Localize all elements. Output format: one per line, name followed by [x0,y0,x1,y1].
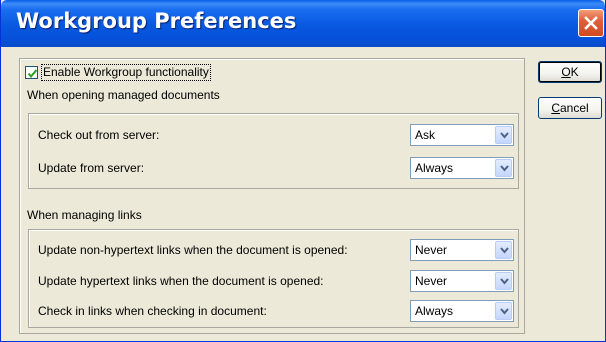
update-non-hypertext-label: Update non-hypertext links when the docu… [38,243,348,257]
chevron-down-icon [500,278,509,285]
chevron-down-icon [500,247,509,254]
check-out-select[interactable]: Ask [410,124,514,146]
update-from-server-label: Update from server: [38,161,145,175]
dropdown-arrow-button[interactable] [495,159,512,177]
chevron-down-icon [500,165,509,172]
update-from-server-select[interactable]: Always [410,157,514,179]
chevron-down-icon [500,308,509,315]
dropdown-arrow-button[interactable] [495,126,512,144]
cancel-button[interactable]: Cancel [538,97,602,119]
close-button[interactable] [578,9,604,37]
chevron-down-icon [500,132,509,139]
update-hypertext-select[interactable]: Never [410,270,514,292]
update-hypertext-value: Never [415,274,448,288]
check-out-label: Check out from server: [38,128,160,142]
ok-button[interactable]: OK [538,61,602,83]
check-in-links-select[interactable]: Always [410,300,514,322]
title-bar[interactable]: Workgroup Preferences [1,0,605,47]
links-section-heading: When managing links [27,208,142,222]
check-in-links-value: Always [415,304,454,318]
opening-section-heading: When opening managed documents [27,88,220,102]
dialog-window: Workgroup Preferences Enable Workgroup f… [0,0,606,342]
update-non-hypertext-select[interactable]: Never [410,239,514,261]
checkmark-icon [27,69,38,79]
close-icon [584,16,598,30]
check-out-value: Ask [415,128,436,142]
update-from-server-value: Always [415,161,454,175]
dropdown-arrow-button[interactable] [495,241,512,259]
update-non-hypertext-value: Never [415,243,448,257]
enable-workgroup-label[interactable]: Enable Workgroup functionality [41,64,211,81]
dropdown-arrow-button[interactable] [495,302,512,320]
check-in-links-label: Check in links when checking in document… [38,304,267,318]
dropdown-arrow-button[interactable] [495,272,512,290]
window-title: Workgroup Preferences [16,9,297,33]
enable-workgroup-checkbox[interactable] [25,66,38,79]
update-hypertext-label: Update hypertext links when the document… [38,274,324,288]
